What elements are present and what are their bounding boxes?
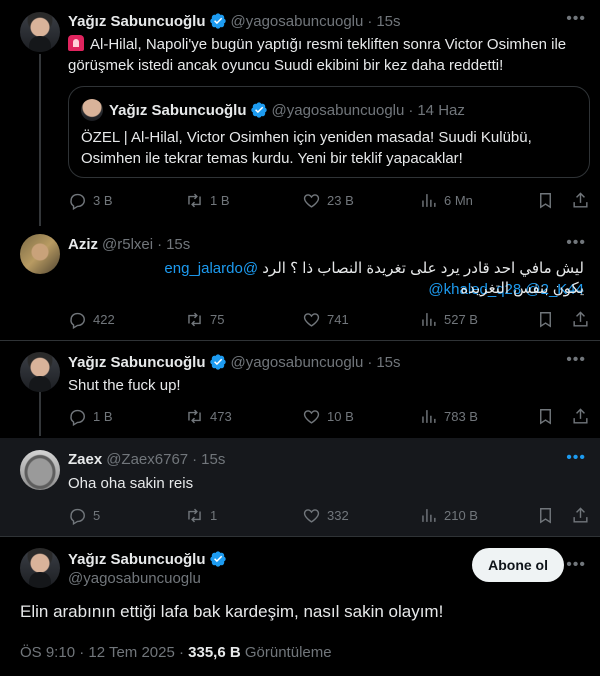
reply-button[interactable]: 422 [68, 310, 128, 329]
separator-dot: · [367, 353, 373, 371]
verified-badge-icon [250, 102, 267, 118]
reply-button[interactable]: 3 B [68, 191, 128, 210]
reply-icon [70, 508, 85, 525]
author-handle[interactable]: @Zaex6767 [106, 451, 188, 468]
like-icon [303, 409, 320, 424]
divider [0, 340, 600, 341]
reply-icon [70, 312, 85, 329]
tweet-time[interactable]: 15s [201, 451, 225, 468]
tweet-text-line2: يكون بنفس التغريده [460, 280, 584, 297]
author-name[interactable]: Yağız Sabuncuoğlu [68, 551, 206, 568]
author-handle[interactable]: @r5lxei [102, 236, 153, 253]
more-icon[interactable]: ••• [566, 556, 586, 574]
avatar[interactable] [20, 450, 60, 490]
quote-author-handle: @yagosabuncuoglu [271, 101, 405, 119]
views-icon [422, 508, 436, 522]
share-icon[interactable] [571, 506, 590, 525]
like-icon [303, 312, 320, 327]
like-icon [303, 508, 320, 523]
views-icon [422, 312, 436, 326]
share-icon[interactable] [571, 407, 590, 426]
more-icon[interactable]: ••• [566, 449, 586, 467]
author-handle[interactable]: @yagosabuncuoglu [231, 354, 364, 371]
bookmark-icon[interactable] [536, 310, 555, 329]
bookmark-icon[interactable] [536, 407, 555, 426]
quote-author-name: Yağız Sabuncuoğlu [109, 101, 247, 119]
views-count: 335,6 B [188, 644, 241, 661]
views-icon [422, 193, 436, 207]
author-handle[interactable]: @yagosabuncuoglu [231, 13, 364, 30]
repost-button[interactable]: 75 [185, 310, 245, 329]
separator-dot: · [408, 101, 414, 119]
tweet-4[interactable]: Zaex @Zaex6767 · 15s ••• Oha oha sakin r… [0, 438, 600, 536]
tweet-time[interactable]: 15s [376, 13, 400, 30]
quoted-tweet[interactable]: Yağız Sabuncuoğlu @yagosabuncuoglu · 14 … [68, 86, 590, 178]
tweet-timestamp[interactable]: ÖS 9:10 · 12 Tem 2025 · [20, 644, 188, 661]
tweet-text: Elin arabının ettiği lafa bak kardeşim, … [20, 602, 444, 621]
tweet-text-line1: ليش مافي احد قادر يرد على تغريدة النصاب … [262, 260, 584, 277]
avatar[interactable] [20, 352, 60, 392]
repost-icon [188, 312, 201, 326]
separator-dot: · [367, 12, 373, 30]
tweet-time[interactable]: 15s [166, 236, 190, 253]
reply-icon [70, 409, 85, 426]
like-button[interactable]: 10 B [302, 407, 362, 426]
avatar[interactable] [20, 12, 60, 52]
views-icon [422, 409, 436, 423]
share-icon[interactable] [571, 191, 590, 210]
tweet-text: Al-Hilal, Napoli'ye bugün yaptığı resmi … [68, 35, 567, 74]
like-button[interactable]: 23 B [302, 191, 362, 210]
repost-icon [188, 193, 201, 207]
like-icon [303, 193, 320, 208]
repost-button[interactable]: 1 B [185, 191, 245, 210]
verified-badge-icon [209, 13, 226, 29]
author-name[interactable]: Yağız Sabuncuoğlu [68, 354, 206, 371]
bookmark-icon[interactable] [536, 191, 555, 210]
author-name[interactable]: Yağız Sabuncuoğlu [68, 13, 206, 30]
verified-badge-icon [209, 354, 226, 370]
views-button[interactable]: 210 B [419, 506, 479, 525]
reply-icon [70, 193, 85, 210]
repost-icon [188, 508, 201, 522]
repost-icon [188, 409, 201, 423]
tweet-text: Shut the fuck up! [68, 377, 181, 394]
thread-line [39, 392, 41, 436]
views-button[interactable]: 527 B [419, 310, 479, 329]
reply-button[interactable]: 5 [68, 506, 128, 525]
like-button[interactable]: 332 [302, 506, 362, 525]
like-button[interactable]: 741 [302, 310, 362, 329]
views-button[interactable]: 783 B [419, 407, 479, 426]
more-icon[interactable]: ••• [566, 234, 586, 252]
siren-icon [68, 35, 84, 51]
author-handle[interactable]: @yagosabuncuoglu [68, 570, 201, 587]
author-name[interactable]: Aziz [68, 236, 98, 253]
verified-badge-icon [209, 551, 226, 567]
repost-button[interactable]: 1 [185, 506, 245, 525]
quote-avatar [81, 99, 103, 121]
views-label: Görüntüleme [240, 644, 332, 661]
avatar[interactable] [20, 234, 60, 274]
separator-dot: · [157, 236, 163, 253]
share-icon[interactable] [571, 310, 590, 329]
author-name[interactable]: Zaex [68, 451, 102, 468]
more-icon[interactable]: ••• [566, 351, 586, 369]
avatar[interactable] [20, 548, 60, 588]
thread-line [39, 54, 41, 226]
views-button[interactable]: 6 Mn [419, 191, 479, 210]
separator-dot: · [192, 451, 198, 468]
repost-button[interactable]: 473 [185, 407, 245, 426]
quote-text: ÖZEL | Al-Hilal, Victor Osimhen için yen… [81, 129, 532, 167]
tweet-meta: ÖS 9:10 · 12 Tem 2025 · 335,6 B Görüntül… [20, 644, 332, 661]
bookmark-icon[interactable] [536, 506, 555, 525]
quote-time: 14 Haz [417, 101, 465, 119]
follow-button[interactable]: Abone ol [472, 548, 564, 582]
more-icon[interactable]: ••• [566, 10, 586, 28]
tweet-time[interactable]: 15s [376, 354, 400, 371]
tweet-text: Oha oha sakin reis [68, 475, 194, 492]
divider [0, 536, 600, 537]
reply-button[interactable]: 1 B [68, 407, 128, 426]
